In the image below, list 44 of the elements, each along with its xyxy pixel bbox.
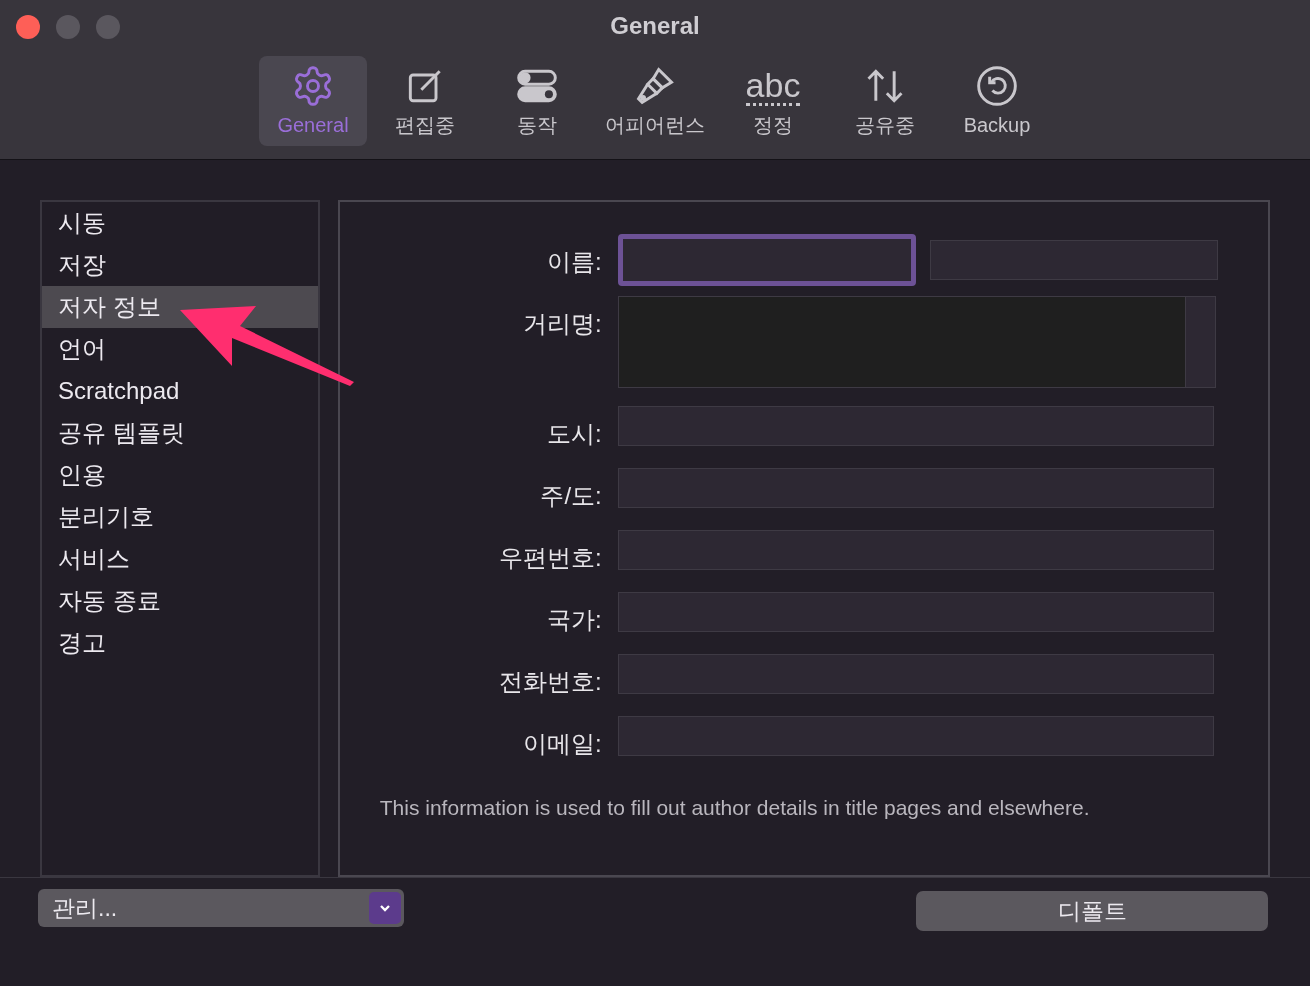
sidebar-item[interactable]: 서비스: [42, 538, 318, 580]
field-label: 도시:: [546, 419, 603, 449]
manage-popup-button[interactable]: 관리...: [38, 889, 404, 927]
toolbar-tab[interactable]: 동작: [483, 56, 591, 146]
toolbar-tab[interactable]: abc 정정: [719, 56, 827, 146]
abc-glyph: abc: [745, 66, 801, 106]
default-button[interactable]: 디폴트: [916, 891, 1268, 931]
sidebar-item[interactable]: 언어: [42, 328, 318, 370]
field-label: 주/도:: [539, 481, 603, 511]
field-label: 국가:: [546, 605, 603, 635]
minimize-button[interactable]: [56, 15, 80, 39]
last-name-field[interactable]: [929, 240, 1218, 280]
input-field[interactable]: [617, 530, 1214, 570]
sidebar-item[interactable]: 자동 종료: [42, 580, 318, 622]
input-field[interactable]: [617, 468, 1214, 508]
chevron-down-icon: [369, 892, 401, 924]
field-label: 우편번호:: [498, 543, 603, 573]
sidebar-item[interactable]: Scratchpad: [42, 370, 318, 412]
toolbar-tab[interactable]: Backup: [943, 56, 1051, 146]
input-field[interactable]: [617, 716, 1214, 756]
field-label: 거리명:: [522, 309, 603, 339]
toolbar-tab[interactable]: 공유중: [831, 56, 939, 146]
first-name-field[interactable]: [617, 234, 916, 286]
help-text: This information is used to fill out author details in title pages and elsewhere.: [379, 795, 1091, 821]
field-label: 이름:: [546, 247, 603, 277]
input-field[interactable]: [617, 406, 1214, 446]
input-field[interactable]: [617, 654, 1214, 694]
sidebar-item[interactable]: 시동: [42, 202, 318, 244]
zoom-button[interactable]: [96, 15, 120, 39]
sidebar-item[interactable]: 경고: [42, 622, 318, 664]
toolbar-tab[interactable]: 편집중: [371, 56, 479, 146]
close-button[interactable]: [16, 15, 40, 39]
field-label: 이메일:: [522, 729, 603, 759]
sidebar-item[interactable]: 분리기호: [42, 496, 318, 538]
sidebar-item[interactable]: 인용: [42, 454, 318, 496]
toolbar-tab[interactable]: 어피어런스: [595, 56, 715, 146]
window-title: General: [610, 11, 700, 41]
input-field[interactable]: [617, 592, 1214, 632]
sidebar-item[interactable]: 공유 템플릿: [42, 412, 318, 454]
popup-value: 관리...: [52, 893, 118, 923]
field-label: 전화번호:: [498, 667, 603, 697]
sidebar-item[interactable]: 저장: [42, 244, 318, 286]
sidebar-item[interactable]: 저자 정보: [42, 286, 318, 328]
street-text-area[interactable]: [617, 296, 1216, 388]
